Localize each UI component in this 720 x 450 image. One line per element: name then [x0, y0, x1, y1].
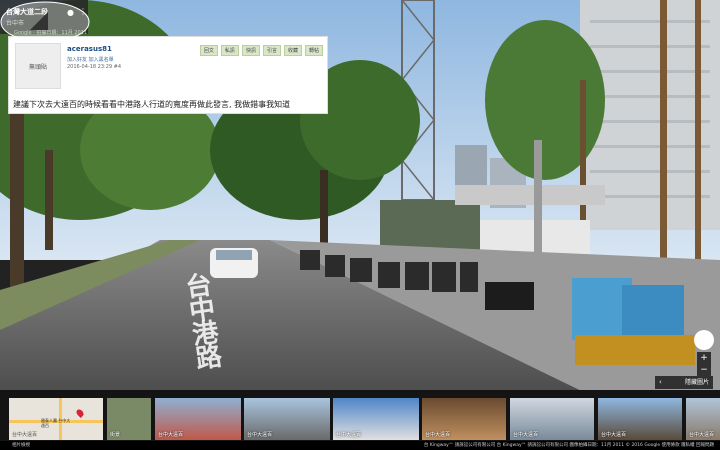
- favorite-button[interactable]: 收藏: [283, 45, 302, 56]
- thumbnail-caption: 台中大遠百: [158, 432, 184, 438]
- compass-icon[interactable]: [694, 330, 714, 350]
- photo-thumbnail[interactable]: 台中大遠百: [686, 398, 720, 440]
- photo-thumbnail[interactable]: 台中大遠百: [510, 398, 594, 440]
- thumbnail-caption: 台中大遠百: [247, 432, 273, 438]
- photos-toggle-button[interactable]: ‹ 隱藏圖片: [655, 376, 713, 389]
- thumbnail-caption: 台中大遠百: [425, 432, 451, 438]
- photo-thumbnail[interactable]: 台中大遠百: [598, 398, 682, 440]
- thumbnail-caption: 台中大遠百: [12, 432, 38, 438]
- thumbnail-caption: 街景: [110, 432, 121, 438]
- zoom-in-button[interactable]: +: [697, 352, 711, 364]
- post-username[interactable]: acerasus81: [67, 45, 112, 53]
- thumbnail-caption: 台中大遠百: [513, 432, 539, 438]
- quote-button[interactable]: 引言: [262, 45, 281, 56]
- navigation-arrow-icon[interactable]: [0, 0, 90, 44]
- share-button[interactable]: 轉帖: [304, 45, 323, 56]
- footer-bar: 相片檢視 台 Kingway™ 請訴訟公司有限公司 台 Kingway™ 請訴訟…: [0, 441, 720, 450]
- message-button[interactable]: 私訊: [220, 45, 239, 56]
- forum-post-overlay: 無頭貼 acerasus81 加入好友 加入黑名單 2016-04-18 23:…: [8, 36, 328, 114]
- friend-links[interactable]: 加入好友 加入黑名單: [67, 56, 114, 63]
- photo-thumbnail[interactable]: 台中大遠百: [244, 398, 330, 440]
- map-thumbnail[interactable]: 國泰人壽 台中大遠百 台中大遠百: [9, 398, 103, 440]
- avatar: 無頭貼: [15, 43, 61, 89]
- zoom-out-button[interactable]: −: [697, 364, 711, 376]
- street-view-panorama[interactable]: 台灣大道二段 台中市 ● ⋮ Google · 拍攝日期：11月 2011 無頭…: [0, 0, 720, 450]
- zoom-control[interactable]: + −: [697, 352, 711, 376]
- map-pin-icon: [75, 408, 85, 418]
- photos-toggle-label: 隱藏圖片: [684, 379, 709, 386]
- footer-right: 台 Kingway™ 請訴訟公司有限公司 台 Kingway™ 請訴訟公司有限公…: [423, 443, 714, 448]
- reply-button[interactable]: 回文: [199, 45, 218, 56]
- photo-thumbnail[interactable]: 街景: [107, 398, 151, 440]
- thumbnail-caption: 台中大遠百: [601, 432, 627, 438]
- chevron-left-icon: ‹: [659, 378, 662, 386]
- quick-button[interactable]: 快訊: [241, 45, 260, 56]
- footer-left[interactable]: 相片檢視: [12, 441, 30, 450]
- photo-thumbnail[interactable]: 台中大遠百: [155, 398, 241, 440]
- map-label: 國泰人壽 台中大遠百: [41, 418, 71, 428]
- post-actions: 回文 私訊 快訊 引言 收藏 轉帖: [199, 45, 323, 56]
- thumbnail-caption: 台中大遠百: [336, 432, 362, 438]
- photo-thumbnail[interactable]: 台中大遠百: [422, 398, 506, 440]
- post-date: 2016-04-18 23:29 #4: [67, 64, 122, 70]
- post-body: 建議下次去大遠百的時候看看中港路人行道的寬度再做此發言, 我做錯事我知道: [13, 100, 291, 109]
- photo-thumbnail[interactable]: 台中大遠百: [333, 398, 419, 440]
- thumbnail-caption: 台中大遠百: [689, 432, 715, 438]
